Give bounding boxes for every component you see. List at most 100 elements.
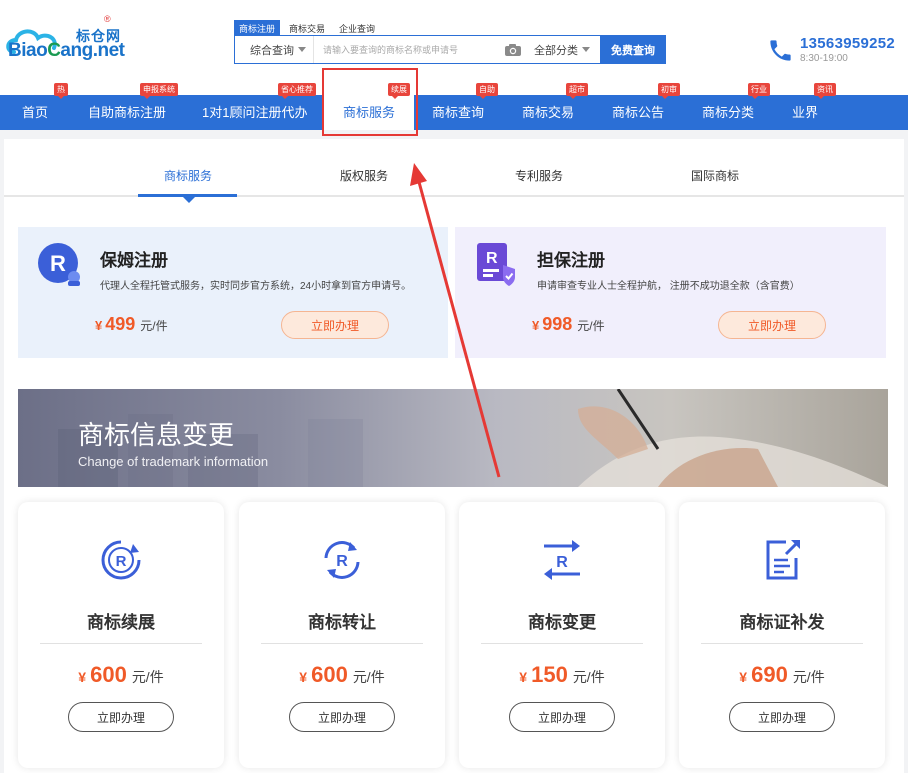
card-trademark-renewal: R 商标续展 ¥600 元/件 立即办理	[18, 502, 224, 768]
svg-text:R: R	[50, 251, 66, 276]
nav-item-trademark-trading[interactable]: 商标交易 超市	[522, 83, 588, 130]
apply-now-button[interactable]: 立即办理	[289, 702, 395, 732]
promo-title: 保姆注册	[100, 251, 168, 270]
site-header: ® 标仓网 BiaoCang.net 商标注册 商标交易 企业查询 综合查询 全…	[0, 0, 908, 95]
tab-patent-services[interactable]: 专利服务	[490, 139, 588, 197]
card-price: ¥600 元/件	[78, 662, 164, 687]
main-nav: 首页 热 自助商标注册 申报系统 1对1顾问注册代办 省心推荐 商标服务 续展 …	[0, 83, 908, 130]
nav-badge: 初审	[658, 83, 680, 99]
nav-item-trademark-classification[interactable]: 商标分类 行业	[702, 83, 770, 130]
apply-now-button[interactable]: 立即办理	[509, 702, 615, 732]
nav-badge: 省心推荐	[278, 83, 316, 99]
trademark-change-icon: R	[544, 540, 580, 580]
banner-title: 商标信息变更	[78, 420, 235, 450]
card-title: 商标证补发	[739, 613, 825, 632]
nav-badge: 行业	[748, 83, 770, 99]
card-certificate-reissue: 商标证补发 ¥690 元/件 立即办理	[679, 502, 885, 768]
card-trademark-change: R 商标变更 ¥150 元/件 立即办理	[459, 502, 665, 768]
search-tabs: 商标注册 商标交易 企业查询	[234, 20, 384, 35]
promo-description: 代理人全程托管式服务，实时同步官方系统，24小时拿到官方申请号。	[100, 281, 412, 292]
card-title: 商标变更	[528, 613, 596, 632]
nav-badge: 续展	[388, 83, 410, 99]
trademark-change-banner: 商标信息变更 Change of trademark information	[18, 389, 888, 487]
contact-hours: 8:30-19:00	[800, 53, 848, 64]
card-price: ¥690 元/件	[739, 662, 825, 687]
svg-text:R: R	[116, 553, 127, 570]
card-divider	[261, 643, 423, 644]
nav-item-label: 商标查询	[432, 105, 485, 120]
nav-item-trademark-query[interactable]: 商标查询 自助	[432, 83, 498, 130]
promo-price: ¥499 元/件	[95, 314, 168, 334]
card-divider	[40, 643, 202, 644]
logo-english-name: BiaoCang.net	[8, 40, 125, 61]
phone-icon	[770, 40, 791, 61]
chevron-down-icon	[582, 47, 590, 52]
nav-item-label: 商标服务	[342, 105, 395, 120]
banner-subtitle: Change of trademark information	[78, 454, 269, 469]
card-title: 商标转让	[308, 613, 376, 632]
promo-description: 申请审查专业人士全程护航， 注册不成功退全款（含官费）	[537, 281, 800, 292]
promo-price: ¥998 元/件	[532, 314, 605, 334]
nav-item-label: 首页	[22, 105, 49, 120]
promo-title: 担保注册	[537, 251, 605, 270]
nav-item-trademark-services[interactable]: 商标服务 续展	[324, 83, 414, 130]
nav-badge: 申报系统	[140, 83, 178, 99]
logo-registered-mark: ®	[104, 14, 111, 24]
category-dropdown[interactable]: 全部分类	[530, 36, 600, 63]
nav-badge: 热	[54, 83, 68, 99]
nav-item-consultant-registration[interactable]: 1对1顾问注册代办 省心推荐	[202, 83, 316, 130]
nav-item-label: 商标公告	[612, 105, 665, 120]
nav-badge: 超市	[566, 83, 588, 99]
tab-international-trademark[interactable]: 国际商标	[666, 139, 764, 197]
trademark-transfer-icon: R	[324, 541, 360, 579]
svg-text:R: R	[556, 554, 568, 571]
svg-text:R: R	[486, 250, 498, 267]
nav-item-home[interactable]: 首页 热	[22, 83, 68, 130]
tab-trademark-services[interactable]: 商标服务	[139, 139, 237, 197]
card-price: ¥150 元/件	[519, 662, 605, 687]
card-divider	[701, 643, 863, 644]
guaranteed-document-icon: R	[477, 243, 515, 286]
apply-now-button[interactable]: 立即办理	[281, 311, 389, 339]
trademark-renewal-icon: R	[101, 540, 141, 580]
certificate-reissue-icon	[766, 540, 800, 580]
nav-item-label: 业界	[792, 105, 819, 120]
nav-item-label: 1对1顾问注册代办	[202, 105, 308, 120]
main-content: 商标服务 版权服务 专利服务 国际商标 R 保姆注册 代理人全程托管式服务，实时…	[4, 139, 904, 773]
free-search-button[interactable]: 免费查询	[600, 35, 666, 64]
promo-nanny-registration: R 保姆注册 代理人全程托管式服务，实时同步官方系统，24小时拿到官方申请号。 …	[18, 227, 448, 358]
search-tab-trademark-trading[interactable]: 商标交易	[284, 20, 330, 35]
nav-badge: 自助	[476, 83, 498, 99]
service-cards: R 商标续展 ¥600 元/件 立即办理 R 商标转让 ¥600 元/件 立即办理	[18, 502, 888, 773]
nav-item-label: 商标交易	[522, 105, 575, 120]
search-box: 综合查询 全部分类 免费查询	[234, 35, 666, 64]
nav-item-label: 商标分类	[702, 105, 755, 120]
apply-now-button[interactable]: 立即办理	[729, 702, 835, 732]
card-price: ¥600 元/件	[299, 662, 385, 687]
chevron-down-icon	[298, 47, 306, 52]
search-tab-trademark-registration[interactable]: 商标注册	[234, 20, 281, 35]
contact-phone-number: 13563959252	[800, 35, 896, 52]
card-title: 商标续展	[87, 613, 155, 632]
category-label: 全部分类	[534, 44, 578, 57]
registered-trademark-icon: R	[38, 243, 80, 286]
nav-badge: 资讯	[814, 83, 836, 99]
tab-copyright-services[interactable]: 版权服务	[315, 139, 413, 197]
nav-item-label: 自助商标注册	[88, 105, 167, 120]
camera-icon[interactable]	[504, 43, 522, 57]
search-scope-dropdown[interactable]: 综合查询	[235, 36, 314, 63]
nav-item-self-registration[interactable]: 自助商标注册 申报系统	[88, 83, 178, 130]
nav-item-industry[interactable]: 业界 资讯	[792, 83, 836, 130]
card-trademark-transfer: R 商标转让 ¥600 元/件 立即办理	[239, 502, 445, 768]
svg-text:R: R	[336, 553, 348, 570]
apply-now-button[interactable]: 立即办理	[68, 702, 174, 732]
apply-now-button[interactable]: 立即办理	[718, 311, 826, 339]
nav-item-trademark-announcement[interactable]: 商标公告 初审	[612, 83, 680, 130]
card-divider	[481, 643, 643, 644]
site-logo[interactable]: ® 标仓网 BiaoCang.net	[4, 14, 125, 66]
active-tab-pointer	[183, 197, 195, 203]
promo-guaranteed-registration: R 担保注册 申请审查专业人士全程护航， 注册不成功退全款（含官费） ¥998 元…	[455, 227, 886, 358]
search-input[interactable]	[314, 36, 504, 63]
search-tab-company-query[interactable]: 企业查询	[334, 20, 380, 35]
search-scope-label: 综合查询	[250, 44, 294, 57]
